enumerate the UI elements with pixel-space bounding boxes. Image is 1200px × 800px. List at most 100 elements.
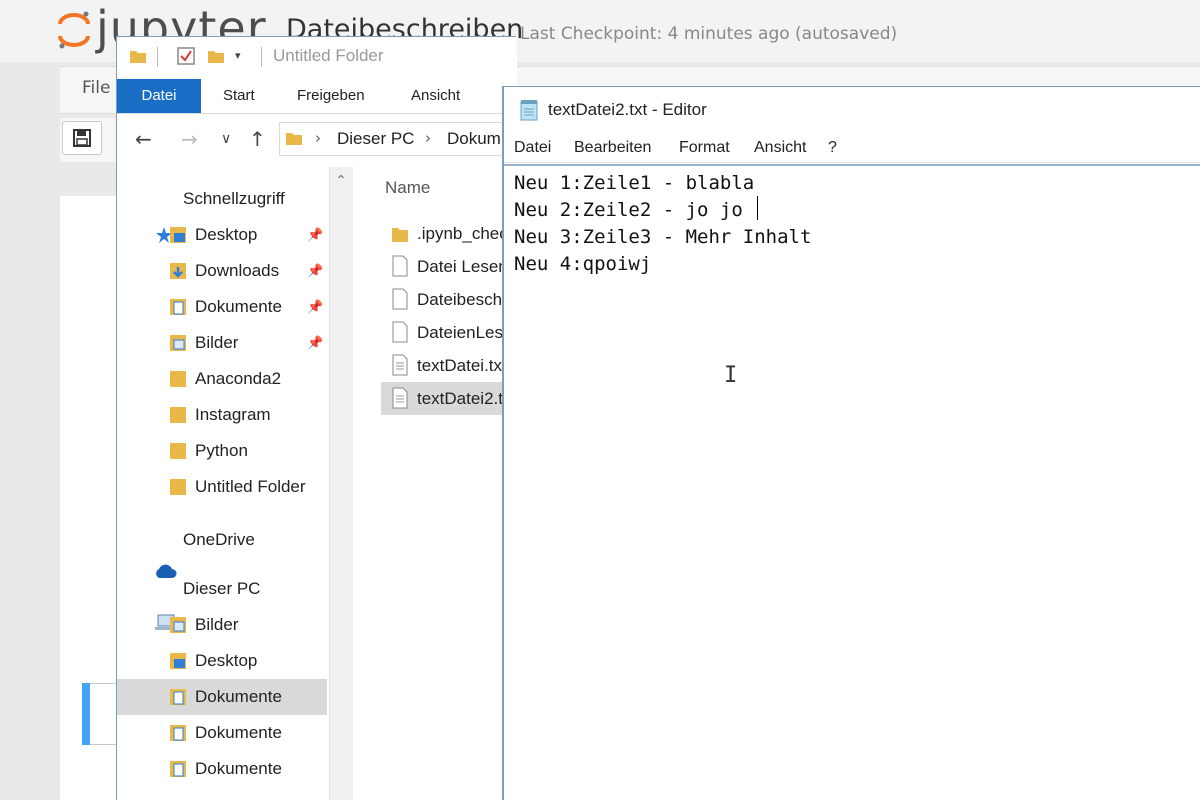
folder-icon: [130, 51, 146, 63]
pin-icon[interactable]: 📌: [307, 264, 323, 279]
nav-item-bilder[interactable]: Bilder 📌: [117, 325, 327, 361]
customize-toolbar-dropdown-icon[interactable]: ▾: [235, 49, 253, 67]
menu-format[interactable]: Format: [679, 139, 730, 157]
file-row-dateibeschreiben[interactable]: Dateibeschreiben: [381, 283, 517, 316]
pin-icon[interactable]: 📌: [307, 300, 323, 315]
file-row-ipynb-checkpoints[interactable]: .ipynb_checkpoints: [381, 217, 517, 250]
documents-folder-icon: [170, 761, 186, 777]
ibeam-cursor-icon: I: [724, 363, 738, 388]
file-row-textdatei[interactable]: textDatei.txt: [381, 349, 517, 382]
downloads-folder-icon: [170, 263, 186, 279]
pin-icon[interactable]: 📌: [307, 336, 323, 351]
menu-datei[interactable]: Datei: [514, 139, 551, 157]
ribbon-tab-freigeben[interactable]: Freigeben: [285, 79, 377, 113]
file-row-datei-lesen[interactable]: Datei Lesen: [381, 250, 517, 283]
navigation-pane: Schnellzugriff Desktop 📌 Downloads 📌 Dok…: [117, 167, 353, 800]
checkpoint-status: Last Checkpoint: 4 minutes ago (autosave…: [520, 24, 898, 44]
ribbon-tab-start[interactable]: Start: [211, 79, 267, 113]
nav-item-python[interactable]: Python: [117, 433, 327, 469]
pin-icon[interactable]: 📌: [307, 228, 323, 243]
folder-icon: [170, 407, 186, 423]
nav-item-label: Python: [195, 441, 248, 460]
nav-item-label: Desktop: [195, 225, 258, 244]
ribbon-tab-datei[interactable]: Datei: [117, 79, 201, 113]
nav-onedrive[interactable]: OneDrive: [183, 530, 255, 550]
file-row-textdatei2-selected[interactable]: textDatei2.txt: [381, 382, 517, 415]
column-header-name[interactable]: Name: [385, 178, 430, 198]
nav-item-pc-desktop[interactable]: Desktop: [117, 643, 327, 679]
jupyter-menu-file[interactable]: File: [82, 78, 110, 98]
pictures-folder-icon: [170, 617, 186, 633]
scroll-up-arrow-icon[interactable]: ⌃: [329, 169, 353, 193]
file-explorer-window: ▾ Untitled Folder Datei Start Freigeben …: [116, 36, 517, 800]
notebook-file-icon: [392, 321, 408, 343]
nav-item-label: Dokumente: [195, 687, 282, 706]
floppy-disk-icon: [73, 129, 91, 147]
navigation-scrollbar[interactable]: [329, 167, 353, 800]
nav-quick-access[interactable]: Schnellzugriff: [183, 189, 285, 209]
documents-folder-icon: [170, 689, 186, 705]
desktop-folder-icon: [170, 653, 186, 669]
folder-icon: [170, 479, 186, 495]
jupyter-save-button[interactable]: [62, 121, 102, 155]
breadcrumb-separator-icon: ›: [425, 129, 431, 147]
selected-cell-indicator: [82, 683, 90, 745]
breadcrumb-dokumente[interactable]: Dokum: [447, 129, 501, 149]
properties-check-icon[interactable]: [177, 47, 195, 65]
cloud-icon: [156, 564, 177, 578]
nav-item-label: Bilder: [195, 333, 239, 352]
desktop-folder-icon: [170, 227, 186, 243]
notebook-file-icon: [392, 255, 408, 277]
breadcrumb-dieser-pc[interactable]: Dieser PC: [337, 129, 414, 149]
nav-item-label: Untitled Folder: [195, 477, 306, 496]
text-caret: [757, 196, 758, 220]
menu-bearbeiten[interactable]: Bearbeiten: [574, 139, 651, 157]
nav-item-label: Desktop: [195, 651, 258, 670]
text-file-icon: [392, 354, 408, 376]
folder-icon: [286, 133, 302, 145]
folder-icon: [170, 443, 186, 459]
nav-item-pc-dokumente-selected[interactable]: Dokumente: [117, 679, 327, 715]
nav-item-label: Instagram: [195, 405, 271, 424]
menu-help[interactable]: ?: [828, 139, 837, 157]
notepad-window: textDatei2.txt - Editor Datei Bearbeiten…: [502, 86, 1200, 800]
nav-item-label: Dokumente: [195, 297, 282, 316]
nav-item-pc-bilder[interactable]: Bilder: [117, 607, 327, 643]
nav-item-pc-dokumente-2[interactable]: Dokumente: [117, 715, 327, 751]
text-line: Neu 1:Zeile1 - blabla: [514, 172, 755, 194]
text-line: Neu 4:qpoiwj: [514, 253, 652, 275]
new-folder-icon[interactable]: [207, 47, 225, 65]
nav-item-label: Dokumente: [195, 759, 282, 778]
notepad-title: textDatei2.txt - Editor: [548, 100, 707, 119]
notebook-file-icon: [392, 288, 408, 310]
documents-folder-icon: [170, 299, 186, 315]
nav-item-desktop[interactable]: Desktop 📌: [117, 217, 327, 253]
up-arrow-icon[interactable]: ↑: [249, 129, 266, 149]
ribbon-tab-ansicht[interactable]: Ansicht: [399, 79, 472, 113]
nav-item-anaconda2[interactable]: Anaconda2: [117, 361, 327, 397]
nav-item-instagram[interactable]: Instagram: [117, 397, 327, 433]
nav-item-downloads[interactable]: Downloads 📌: [117, 253, 327, 289]
nav-item-dokumente[interactable]: Dokumente 📌: [117, 289, 327, 325]
documents-folder-icon: [170, 725, 186, 741]
explorer-title: Untitled Folder: [273, 46, 384, 65]
nav-item-pc-dokumente-3[interactable]: Dokumente: [117, 751, 327, 787]
forward-arrow-icon[interactable]: →: [181, 129, 198, 149]
text-file-icon: [392, 387, 408, 409]
breadcrumb-separator-icon: ›: [315, 129, 321, 147]
folder-icon: [170, 371, 186, 387]
notepad-icon: [520, 100, 538, 121]
back-arrow-icon[interactable]: ←: [135, 129, 152, 149]
nav-item-untitled-folder[interactable]: Untitled Folder: [117, 469, 327, 505]
quick-access-separator: [157, 47, 158, 67]
nav-item-label: Downloads: [195, 261, 280, 280]
menu-ansicht[interactable]: Ansicht: [754, 139, 806, 157]
recent-locations-chevron-icon[interactable]: ∨: [221, 129, 231, 149]
file-row-dateienlesen[interactable]: DateienLesen: [381, 316, 517, 349]
folder-icon: [392, 228, 408, 242]
nav-this-pc[interactable]: Dieser PC: [183, 579, 260, 599]
nav-item-label: Bilder: [195, 615, 239, 634]
text-line: Neu 2:Zeile2 - jo jo: [514, 199, 743, 221]
jupyter-logo-icon: [58, 11, 90, 49]
notepad-text-area[interactable]: Neu 1:Zeile1 - blabla Neu 2:Zeile2 - jo …: [504, 164, 1200, 800]
